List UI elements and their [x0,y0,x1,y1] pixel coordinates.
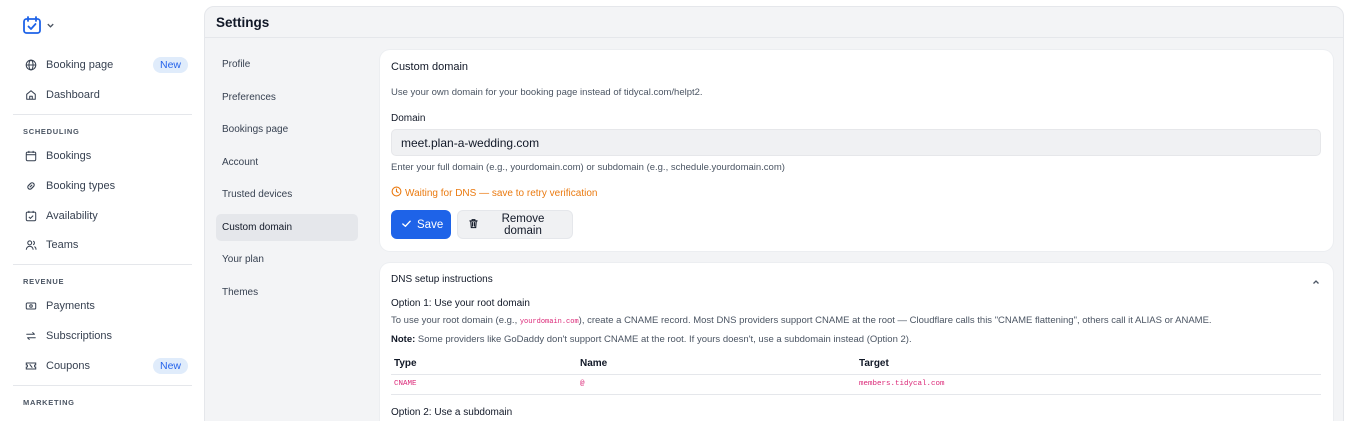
domain-hint: Enter your full domain (e.g., yourdomain… [391,162,785,173]
page-header: Settings [205,7,1343,38]
option1-text-b: ), create a CNAME record. Most DNS provi… [578,315,1212,326]
option1-title: Option 1: Use your root domain [391,298,530,309]
sidebar-item-booking-types[interactable]: Booking types [22,174,188,198]
settings-panel: Settings Profile Preferences Bookings pa… [204,6,1344,421]
page-title: Settings [216,14,270,30]
subnav-item-account[interactable]: Account [216,149,358,176]
sidebar-item-payments[interactable]: Payments [22,294,188,318]
save-button[interactable]: Save [391,210,451,239]
dns-status-text: Waiting for DNS — save to retry verifica… [405,187,598,199]
sidebar-item-subscriptions[interactable]: Subscriptions [22,324,188,348]
settings-subnav: Profile Preferences Bookings page Accoun… [216,51,358,311]
note-label: Note: [391,334,416,345]
home-icon [24,88,38,102]
sidebar-item-dashboard[interactable]: Dashboard [22,83,188,107]
note-body: Some providers like GoDaddy don't suppor… [415,334,912,345]
dns-status: Waiting for DNS — save to retry verifica… [391,186,597,200]
remove-domain-button[interactable]: Remove domain [457,210,573,239]
new-badge: New [152,358,188,374]
save-button-label: Save [417,218,444,231]
link-icon [24,179,38,193]
repeat-icon [24,329,38,343]
section-label-scheduling: SCHEDULING [23,127,80,136]
divider [13,385,192,386]
sidebar-item-booking-page[interactable]: Booking page New [22,53,188,77]
sidebar-item-label: Teams [46,239,79,251]
cell-target: members.tidycal.com [856,374,1321,395]
sidebar: Booking page New Dashboard SCHEDULING Bo… [0,0,204,421]
sidebar-item-coupons[interactable]: Coupons New [22,354,188,378]
note-text: Note: Some providers like GoDaddy don't … [391,334,912,345]
option1-text: To use your root domain (e.g., yourdomai… [391,315,1212,326]
trash-icon [468,218,479,232]
column-header-target: Target [856,354,1321,375]
card-description: Use your own domain for your booking pag… [391,87,703,98]
cell-name: @ [577,374,856,395]
logo-icon [22,15,42,35]
option1-code: yourdomain.com [519,318,579,326]
chevron-down-icon [46,21,55,30]
users-icon [24,238,38,252]
new-badge: New [152,57,188,73]
table-header-row: Type Name Target [391,354,1321,375]
globe-icon [24,58,38,72]
custom-domain-card: Custom domain Use your own domain for yo… [380,50,1333,251]
sidebar-item-label: Booking page [46,59,114,71]
sidebar-item-availability[interactable]: Availability [22,204,188,228]
divider [13,264,192,265]
clock-icon [391,186,402,200]
workspace-switcher[interactable] [22,15,55,35]
card-title: Custom domain [391,61,469,73]
check-icon [401,218,412,232]
divider [13,114,192,115]
sidebar-item-label: Dashboard [46,89,100,101]
column-header-name: Name [577,354,856,375]
sidebar-item-label: Bookings [46,150,92,162]
section-label-marketing: MARKETING [23,398,75,407]
table-row: CNAME @ members.tidycal.com [391,374,1321,395]
sidebar-item-teams[interactable]: Teams [22,233,188,257]
cell-type: CNAME [391,374,577,395]
subnav-item-trusted-devices[interactable]: Trusted devices [216,181,358,208]
banknote-icon [24,299,38,313]
domain-label: Domain [391,113,426,124]
subnav-item-themes[interactable]: Themes [216,279,358,306]
calendar-icon [24,149,38,163]
subnav-item-bookings-page[interactable]: Bookings page [216,116,358,143]
subnav-item-custom-domain[interactable]: Custom domain [216,213,358,241]
domain-input[interactable]: meet.plan-a-wedding.com [391,129,1321,156]
column-header-type: Type [391,354,577,375]
sidebar-item-label: Coupons [46,360,91,372]
dns-card-title: DNS setup instructions [391,274,493,285]
chevron-up-icon[interactable] [1311,274,1321,292]
remove-domain-label: Remove domain [501,212,545,237]
option2-title: Option 2: Use a subdomain [391,407,513,418]
sidebar-item-label: Availability [46,210,98,222]
subnav-item-your-plan[interactable]: Your plan [216,246,358,273]
section-label-revenue: REVENUE [23,277,65,286]
subnav-item-preferences[interactable]: Preferences [216,84,358,111]
sidebar-item-label: Payments [46,300,95,312]
sidebar-item-label: Subscriptions [46,330,113,342]
subnav-item-profile[interactable]: Profile [216,51,358,78]
dns-records-table: Type Name Target CNAME @ members.tidycal… [391,354,1321,395]
calendar-check-icon [24,209,38,223]
sidebar-item-bookings[interactable]: Bookings [22,144,188,168]
option1-text-a: To use your root domain (e.g., [391,315,520,326]
sidebar-item-label: Booking types [46,180,116,192]
dns-instructions-card: DNS setup instructions Option 1: Use you… [380,263,1333,421]
ticket-icon [24,359,38,373]
